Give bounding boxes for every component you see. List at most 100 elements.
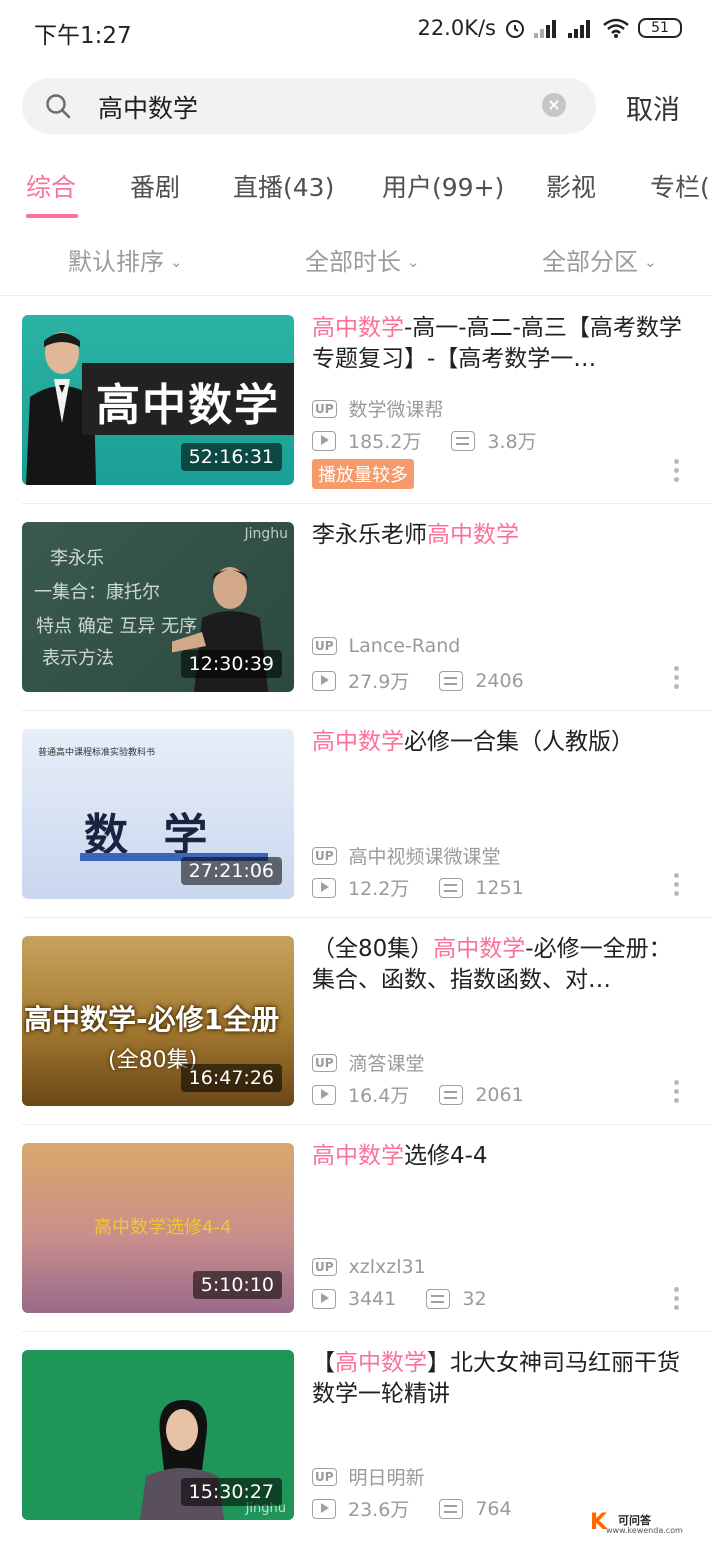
video-result[interactable]: 李永乐 一集合：康托尔 特点 确定 互异 无序 表示方法 Jinghu 12:3… (0, 504, 712, 711)
danmaku-count: 2061 (475, 1083, 524, 1106)
book-cover-small-text: 普通高中课程标准实验教科书 (38, 748, 156, 758)
uploader-name: 数学微课帮 (348, 399, 444, 421)
chevron-down-icon: ⌄ (644, 253, 657, 271)
video-result[interactable]: 普通高中课程标准实验教科书 数 学 27:21:06 高中数学必修一合集（人教版… (0, 711, 712, 918)
danmaku-count: 2406 (475, 669, 524, 692)
danmaku-count: 32 (462, 1288, 487, 1310)
uploader-name: xzlxzl31 (348, 1256, 426, 1278)
tab-users[interactable]: 用户(99+) (382, 168, 504, 204)
uploader-row[interactable]: UP 明日明新 (312, 1463, 425, 1490)
more-options-icon[interactable] (670, 459, 682, 486)
signal-icon (568, 18, 594, 38)
uploader-row[interactable]: UP 滴答课堂 (312, 1049, 425, 1076)
stats-row: 12.2万 1251 (312, 874, 524, 901)
video-result[interactable]: 高中数学-必修1全册 (全80集) 16:47:26 （全80集）高中数学-必修… (0, 918, 712, 1125)
uploader-name: 滴答课堂 (348, 1053, 425, 1075)
video-title[interactable]: 高中数学选修4-4 (312, 1141, 682, 1172)
search-bar[interactable]: 高中数学 × (22, 78, 596, 134)
video-duration: 15:30:27 (180, 1478, 282, 1506)
danmaku-icon (439, 1498, 464, 1519)
title-highlight: 高中数学 (312, 729, 404, 755)
video-thumbnail[interactable]: 普通高中课程标准实验教科书 数 学 27:21:06 (22, 729, 294, 899)
video-title[interactable]: 高中数学必修一合集（人教版） (312, 727, 682, 758)
tab-film[interactable]: 影视 (546, 168, 596, 204)
danmaku-icon (426, 1289, 451, 1309)
video-result[interactable]: 高中数学选修4-4 5:10:10 高中数学选修4-4 UP xzlxzl31 3… (0, 1125, 712, 1332)
stats-row: 3441 32 (312, 1288, 487, 1310)
video-result[interactable]: 高中数学 52:16:31 高中数学-高一-高二-高三【高考数学专题复习】-【高… (0, 297, 712, 504)
thumbnail-text: 高中数学选修4-4 (94, 1217, 232, 1238)
more-options-icon[interactable] (670, 666, 682, 693)
stats-row: 185.2万 3.8万 (312, 427, 537, 454)
thumbnail-text: 高中数学-必修1全册 (24, 1003, 280, 1036)
uploader-row[interactable]: UP 数学微课帮 (312, 395, 444, 422)
video-result[interactable]: Jinghu 15:30:27 【高中数学】北大女神司马红丽干货数学一轮精讲 U… (0, 1332, 712, 1539)
view-count: 185.2万 (348, 431, 422, 453)
status-time: 下午1:27 (34, 23, 132, 49)
up-icon: UP (312, 399, 337, 418)
more-options-icon[interactable] (670, 1287, 682, 1314)
more-options-icon[interactable] (670, 1080, 682, 1107)
chalk-writing: 表示方法 (42, 648, 114, 669)
cancel-button[interactable]: 取消 (626, 88, 680, 127)
up-icon: UP (312, 846, 337, 865)
wifi-icon (603, 18, 629, 38)
title-highlight: 高中数学 (312, 315, 404, 341)
duration-filter[interactable]: 全部时长 ⌄ (305, 242, 420, 277)
status-bar: 下午1:27 22.0K/s 51 (0, 0, 712, 64)
uploader-row[interactable]: UP 高中视频课微课堂 (312, 842, 501, 869)
battery-icon: 51 (638, 18, 682, 38)
video-thumbnail[interactable]: 高中数学选修4-4 5:10:10 (22, 1143, 294, 1313)
play-count-icon (312, 1498, 336, 1519)
filter-bar: 默认排序 ⌄ 全部时长 ⌄ 全部分区 ⌄ (0, 230, 712, 296)
title-text: 必修一合集（人教版） (404, 729, 634, 755)
sort-filter[interactable]: 默认排序 ⌄ (68, 242, 183, 277)
view-count: 3441 (348, 1288, 397, 1310)
tab-live[interactable]: 直播(43) (233, 168, 334, 204)
uploader-row[interactable]: UP Lance-Rand (312, 635, 460, 657)
tab-articles[interactable]: 专栏( (650, 168, 710, 204)
stats-row: 27.9万 2406 (312, 667, 524, 694)
play-count-icon (312, 430, 336, 451)
title-highlight: 高中数学 (427, 522, 519, 548)
tab-bangumi[interactable]: 番剧 (130, 168, 180, 204)
danmaku-count: 764 (475, 1497, 512, 1520)
stats-row: 16.4万 2061 (312, 1081, 524, 1108)
uploader-row[interactable]: UP xzlxzl31 (312, 1256, 426, 1278)
video-thumbnail[interactable]: 李永乐 一集合：康托尔 特点 确定 互异 无序 表示方法 Jinghu 12:3… (22, 522, 294, 692)
uploader-name: 高中视频课微课堂 (348, 846, 501, 868)
tab-comprehensive[interactable]: 综合 (26, 168, 76, 204)
video-thumbnail[interactable]: Jinghu 15:30:27 (22, 1350, 294, 1520)
more-options-icon[interactable] (670, 873, 682, 900)
view-count: 12.2万 (348, 878, 410, 900)
danmaku-count: 1251 (475, 876, 524, 899)
video-thumbnail[interactable]: 高中数学 52:16:31 (22, 315, 294, 485)
search-input[interactable]: 高中数学 (98, 89, 198, 125)
title-highlight: 高中数学 (335, 1350, 427, 1376)
up-icon: UP (312, 637, 337, 655)
video-thumbnail[interactable]: 高中数学-必修1全册 (全80集) 16:47:26 (22, 936, 294, 1106)
video-title[interactable]: （全80集）高中数学-必修一全册：集合、函数、指数函数、对… (312, 934, 682, 996)
video-title[interactable]: 高中数学-高一-高二-高三【高考数学专题复习】-【高考数学一… (312, 313, 682, 375)
view-count: 16.4万 (348, 1085, 410, 1107)
zone-filter[interactable]: 全部分区 ⌄ (542, 242, 657, 277)
up-icon: UP (312, 1467, 337, 1486)
play-count-icon (312, 877, 336, 898)
stats-row: 23.6万 764 (312, 1495, 512, 1522)
popular-badge: 播放量较多 (312, 459, 414, 489)
uploader-name: Lance-Rand (348, 635, 461, 657)
sort-filter-label: 默认排序 (68, 248, 164, 276)
danmaku-count: 3.8万 (487, 431, 537, 453)
title-highlight: 高中数学 (312, 1143, 404, 1169)
chalk-writing: 李永乐 (50, 548, 104, 569)
video-duration: 5:10:10 (192, 1271, 282, 1299)
uploader-name: 明日明新 (348, 1467, 425, 1489)
chalk-writing: 一集合：康托尔 (34, 582, 160, 603)
video-title[interactable]: 【高中数学】北大女神司马红丽干货数学一轮精讲 (312, 1348, 682, 1410)
chevron-down-icon: ⌄ (170, 253, 183, 271)
video-title[interactable]: 李永乐老师高中数学 (312, 520, 682, 551)
video-duration: 27:21:06 (180, 857, 282, 885)
up-icon: UP (312, 1053, 337, 1072)
clear-icon[interactable]: × (542, 93, 566, 117)
video-duration: 12:30:39 (180, 650, 282, 678)
